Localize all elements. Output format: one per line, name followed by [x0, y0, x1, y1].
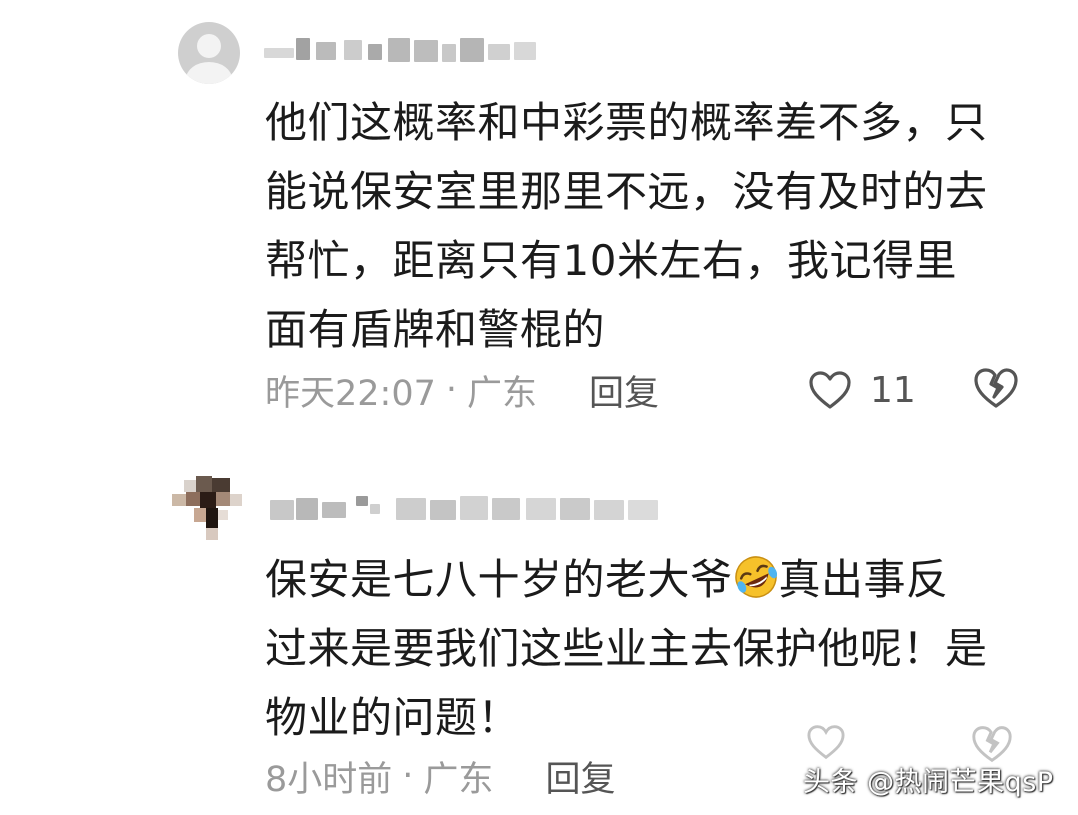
meta-separator: · [445, 370, 458, 410]
heart-icon [809, 371, 851, 409]
username-blurred[interactable] [270, 492, 665, 526]
broken-heart-icon [974, 368, 1018, 408]
like-button[interactable] [806, 724, 846, 764]
comment-time: 8小时前 [265, 759, 393, 800]
heart-icon [807, 725, 845, 760]
comment-text-part: 保安是七八十岁的老大爷 [265, 555, 733, 604]
reply-button[interactable]: 回复 [545, 751, 615, 802]
comment-item: 他们这概率和中彩票的概率差不多，只 能说保安室里那里不远，没有及时的去 帮忙，距… [0, 0, 1078, 440]
comment-meta: 8小时前 · 广东 回复 [265, 751, 615, 801]
user-avatar[interactable] [172, 470, 244, 542]
avatar-head-shape [197, 34, 221, 58]
broken-heart-icon [972, 726, 1012, 763]
rolling-laughing-emoji-icon [733, 551, 779, 598]
comment-meta: 昨天22:07 · 广东 回复 [265, 365, 659, 415]
comment-location: 广东 [423, 759, 494, 800]
like-button[interactable]: 11 [808, 365, 916, 415]
reply-button[interactable]: 回复 [589, 365, 659, 416]
dislike-button[interactable] [972, 366, 1020, 414]
comment-time: 昨天22:07 [265, 373, 436, 414]
comment-text: 他们这概率和中彩票的概率差不多，只 能说保安室里那里不远，没有及时的去 帮忙，距… [265, 98, 988, 354]
like-count: 11 [870, 369, 916, 411]
comment-text: 保安是七八十岁的老大爷 真出事反 过来是要我们这些业主去保护他呢！是 物业的问题！ [265, 545, 1055, 752]
comment-location: 广东 [467, 373, 538, 414]
username-blurred[interactable] [264, 34, 544, 68]
platform-watermark: 头条 @热闹芒果qsP [803, 767, 1054, 798]
user-avatar[interactable] [178, 22, 240, 84]
meta-separator: · [402, 756, 414, 796]
avatar-body-shape [186, 62, 232, 84]
